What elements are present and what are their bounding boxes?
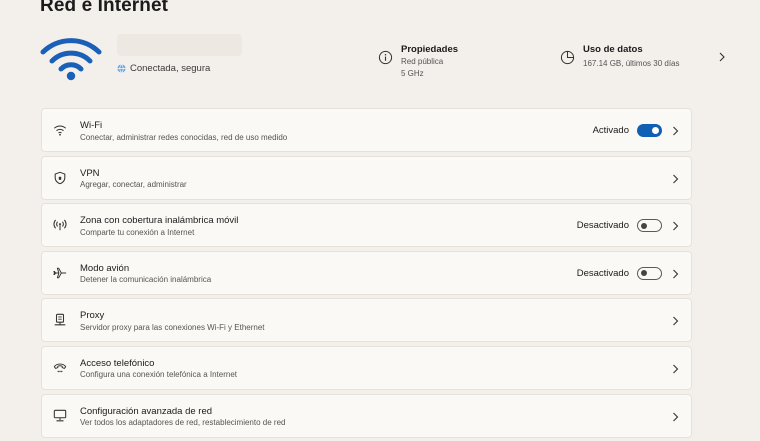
settings-item-description: Agregar, conectar, administrar xyxy=(80,180,187,190)
proxy-icon xyxy=(53,313,67,327)
chevron-right-icon xyxy=(718,52,726,62)
dialup-icon xyxy=(53,361,67,375)
toggle-state-label: Activado xyxy=(592,125,629,136)
settings-item-description: Servidor proxy para las conexiones Wi-Fi… xyxy=(80,322,265,332)
wifi-toggle[interactable] xyxy=(637,124,662,137)
settings-item-airplane-mode[interactable]: Modo avión Detener la comunicación inalá… xyxy=(41,250,692,295)
data-usage-title: Uso de datos xyxy=(583,44,643,55)
connection-summary: Conectada, segura Propiedades Red públic… xyxy=(40,34,725,88)
settings-item-description: Conectar, administrar redes conocidas, r… xyxy=(80,132,288,142)
settings-item-label: Modo avión xyxy=(80,262,130,274)
toggle-state-label: Desactivado xyxy=(576,267,629,279)
network-adapter-icon xyxy=(53,409,67,423)
chevron-right-icon xyxy=(672,174,679,184)
connection-status: Conectada, segura xyxy=(117,63,210,74)
settings-item-proxy[interactable]: Proxy Servidor proxy para las conexiones… xyxy=(41,298,692,343)
settings-item-label: Acceso telefónico xyxy=(80,357,155,369)
wifi-icon xyxy=(53,123,67,137)
data-usage-button[interactable]: Uso de datos 167.14 GB, últimos 30 días xyxy=(560,44,725,68)
settings-item-description: Comparte tu conexión a Internet xyxy=(80,227,195,237)
chevron-right-icon xyxy=(672,364,679,374)
settings-item-description: Configura una conexión telefónica a Inte… xyxy=(80,370,237,380)
settings-item-label: VPN xyxy=(80,167,100,179)
settings-item-vpn[interactable]: VPN Agregar, conectar, administrar xyxy=(41,155,692,200)
wifi-large-icon xyxy=(40,36,102,82)
settings-item-mobile-hotspot[interactable]: Zona con cobertura inalámbrica móvil Com… xyxy=(41,203,692,248)
chevron-right-icon xyxy=(672,412,679,422)
properties-band: 5 GHz xyxy=(401,69,424,78)
pie-chart-icon xyxy=(560,50,575,65)
info-icon xyxy=(378,50,393,65)
settings-item-dial-up[interactable]: Acceso telefónico Configura una conexión… xyxy=(41,345,692,390)
data-usage-detail: 167.14 GB, últimos 30 días xyxy=(583,59,680,68)
chevron-right-icon xyxy=(672,316,679,326)
chevron-right-icon xyxy=(672,221,679,231)
globe-icon xyxy=(117,64,126,73)
chevron-right-icon xyxy=(672,269,679,279)
settings-item-description: Detener la comunicación inalámbrica xyxy=(80,275,212,285)
settings-item-label: Proxy xyxy=(80,310,105,322)
hotspot-icon xyxy=(53,218,67,232)
page-title: Red e Internet xyxy=(40,0,169,16)
chevron-right-icon xyxy=(672,126,679,136)
connection-status-text: Conectada, segura xyxy=(130,63,211,74)
settings-item-wifi[interactable]: Wi-Fi Conectar, administrar redes conoci… xyxy=(41,108,692,152)
settings-item-label: Wi-Fi xyxy=(80,120,103,131)
toggle-state-label: Desactivado xyxy=(576,220,629,232)
settings-item-label: Configuración avanzada de red xyxy=(80,405,213,417)
settings-list: Wi-Fi Conectar, administrar redes conoci… xyxy=(41,108,692,441)
airplane-mode-toggle[interactable] xyxy=(637,266,662,280)
properties-network-type: Red pública xyxy=(401,57,444,66)
shield-icon xyxy=(53,171,67,185)
network-name-redacted xyxy=(117,34,242,56)
settings-item-label: Zona con cobertura inalámbrica móvil xyxy=(80,215,239,227)
airplane-icon xyxy=(53,266,67,280)
settings-item-advanced-network[interactable]: Configuración avanzada de red Ver todos … xyxy=(41,393,692,438)
mobile-hotspot-toggle[interactable] xyxy=(637,219,662,233)
properties-button[interactable]: Propiedades Red pública 5 GHz xyxy=(378,44,458,79)
properties-title: Propiedades xyxy=(401,44,459,55)
